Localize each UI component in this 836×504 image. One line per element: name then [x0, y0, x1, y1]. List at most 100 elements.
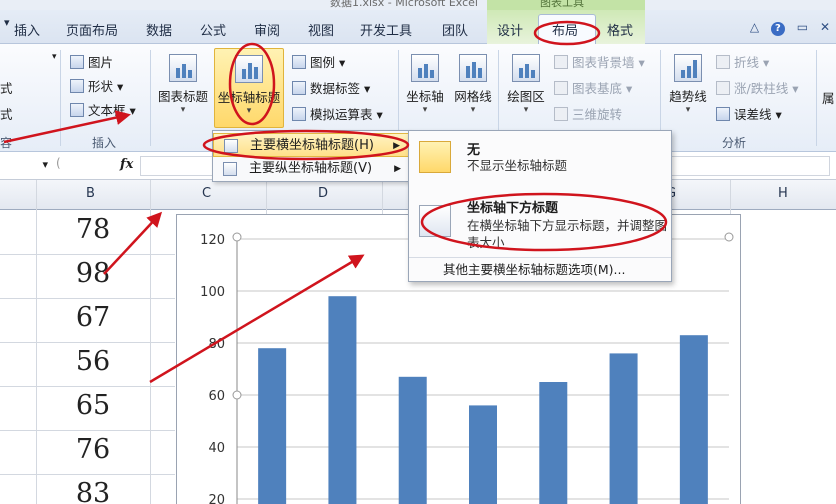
- name-box-handle[interactable]: (: [56, 156, 61, 170]
- quick-access-arrow-icon[interactable]: ▾: [4, 16, 10, 29]
- cell-b1[interactable]: 78: [36, 214, 150, 245]
- grid-line: [0, 254, 175, 255]
- trendline-button[interactable]: 趋势线 ▾: [664, 48, 712, 128]
- submenu-arrow-icon: ▶: [393, 141, 400, 151]
- trendline-icon: [674, 54, 702, 82]
- lines-button: 折线 ▾: [716, 52, 769, 71]
- context-group-label: 图表工具: [540, 0, 584, 9]
- help-icon[interactable]: ?: [770, 22, 785, 36]
- tab-view[interactable]: 视图: [308, 20, 334, 39]
- gridlines-button[interactable]: 网格线 ▾: [450, 48, 496, 128]
- chart-title-button[interactable]: 图表标题 ▾: [154, 48, 212, 128]
- tab-review[interactable]: 审阅: [254, 20, 280, 39]
- axes-button[interactable]: 坐标轴 ▾: [402, 48, 448, 128]
- chevron-down-icon: ▾: [685, 105, 691, 115]
- submenu-item-none[interactable]: 无 不显示坐标轴标题: [409, 135, 671, 195]
- data-table-button[interactable]: 模拟运算表 ▾: [292, 104, 383, 123]
- cell-b3[interactable]: 67: [36, 302, 150, 333]
- partial-item-2[interactable]: 式: [0, 104, 13, 123]
- plot-area-icon: [512, 54, 540, 82]
- cell-b4[interactable]: 56: [36, 346, 150, 377]
- tab-data[interactable]: 数据: [146, 20, 172, 39]
- grid-line: [0, 342, 175, 343]
- cell-b7[interactable]: 83: [36, 478, 150, 504]
- y-tick-label: 100: [200, 285, 225, 300]
- 3d-rotation-button: 三维旋转: [554, 104, 622, 123]
- more-axis-title-options[interactable]: 其他主要横坐标轴标题选项(M)...: [409, 257, 671, 281]
- tab-layout[interactable]: 布局: [552, 20, 578, 39]
- data-labels-icon: [292, 81, 306, 95]
- y-tick-label: 80: [208, 337, 225, 352]
- axis-titles-button[interactable]: 坐标轴标题 ▾: [214, 48, 284, 128]
- fx-icon[interactable]: fx: [120, 157, 133, 172]
- updown-bars-button: 涨/跌柱线 ▾: [716, 78, 798, 97]
- chart-title-icon: [169, 54, 197, 82]
- partial-dropdown-icon[interactable]: ▾: [52, 52, 57, 62]
- properties-partial[interactable]: 属: [822, 88, 835, 107]
- picture-button[interactable]: 图片: [70, 52, 113, 71]
- error-bars-button[interactable]: 误差线 ▾: [716, 104, 782, 123]
- tab-page-layout[interactable]: 页面布局: [66, 20, 118, 39]
- horizontal-axis-title-icon: [224, 139, 238, 153]
- updown-bars-icon: [716, 81, 730, 95]
- shapes-button[interactable]: 形状 ▾: [70, 76, 123, 95]
- chevron-down-icon: ▾: [470, 105, 476, 115]
- tab-insert[interactable]: 插入: [14, 20, 40, 39]
- selection-handle: [232, 390, 242, 400]
- close-icon[interactable]: ✕: [820, 20, 830, 34]
- data-labels-button[interactable]: 数据标签 ▾: [292, 78, 370, 97]
- textbox-icon: [70, 103, 84, 117]
- column-header-b[interactable]: B: [86, 186, 95, 201]
- bar-1[interactable]: [258, 348, 287, 504]
- bar-5[interactable]: [539, 382, 568, 504]
- grid-line: [0, 298, 175, 299]
- chart-floor-icon: [554, 81, 568, 95]
- tab-design[interactable]: 设计: [497, 20, 523, 39]
- chevron-down-icon: ▾: [180, 105, 186, 115]
- axis-titles-menu: 主要横坐标轴标题(H) ▶ 主要纵坐标轴标题(V) ▶: [212, 130, 410, 182]
- cell-b5[interactable]: 65: [36, 390, 150, 421]
- column-header-c[interactable]: C: [202, 186, 211, 201]
- column-header-d[interactable]: D: [318, 186, 328, 201]
- title-bar: 数据1.xlsx - Microsoft Excel 图表工具: [0, 0, 836, 10]
- restore-icon[interactable]: ▭: [797, 20, 808, 34]
- legend-icon: [292, 55, 306, 69]
- y-tick-label: 40: [208, 441, 225, 456]
- analysis-group-label: 分析: [722, 136, 747, 150]
- bar-6[interactable]: [609, 353, 638, 504]
- name-box-dropdown-icon[interactable]: ▾: [0, 156, 52, 176]
- menu-item-primary-vertical[interactable]: 主要纵坐标轴标题(V) ▶: [213, 157, 409, 181]
- minimize-ribbon-icon[interactable]: △: [750, 20, 759, 34]
- axes-icon: [411, 54, 439, 82]
- bar-3[interactable]: [398, 376, 427, 504]
- legend-button[interactable]: 图例 ▾: [292, 52, 345, 71]
- tab-developer[interactable]: 开发工具: [360, 20, 412, 39]
- tab-formulas[interactable]: 公式: [200, 20, 226, 39]
- submenu-item-title-below-axis[interactable]: 坐标轴下方标题 在横坐标轴下方显示标题，并调整图表大小: [409, 193, 671, 255]
- partial-item-1[interactable]: 式: [0, 78, 13, 97]
- grid-line: [0, 430, 175, 431]
- partial-group-label: 容: [0, 136, 13, 150]
- submenu-arrow-icon: ▶: [394, 164, 401, 174]
- chevron-down-icon: ▾: [422, 105, 428, 115]
- ribbon-separator: [60, 50, 61, 146]
- ribbon-separator: [816, 50, 817, 146]
- textbox-button[interactable]: 文本框 ▾: [70, 100, 136, 119]
- plot-area-button[interactable]: 绘图区 ▾: [502, 48, 550, 128]
- ribbon-separator: [150, 50, 151, 146]
- cell-b2[interactable]: 98: [36, 258, 150, 289]
- no-axis-title-icon: [419, 141, 451, 173]
- bar-7[interactable]: [679, 335, 708, 504]
- column-header-h[interactable]: H: [778, 186, 788, 201]
- tab-team[interactable]: 团队: [442, 20, 468, 39]
- tab-format[interactable]: 格式: [607, 20, 633, 39]
- gridlines-icon: [459, 54, 487, 82]
- menu-item-primary-horizontal[interactable]: 主要横坐标轴标题(H) ▶: [213, 133, 409, 157]
- chart-wall-icon: [554, 55, 568, 69]
- bar-4[interactable]: [469, 405, 497, 504]
- y-tick-label: 120: [200, 233, 225, 248]
- bar-2[interactable]: [328, 296, 357, 504]
- chevron-down-icon: ▾: [523, 105, 529, 115]
- picture-icon: [70, 55, 84, 69]
- cell-b6[interactable]: 76: [36, 434, 150, 465]
